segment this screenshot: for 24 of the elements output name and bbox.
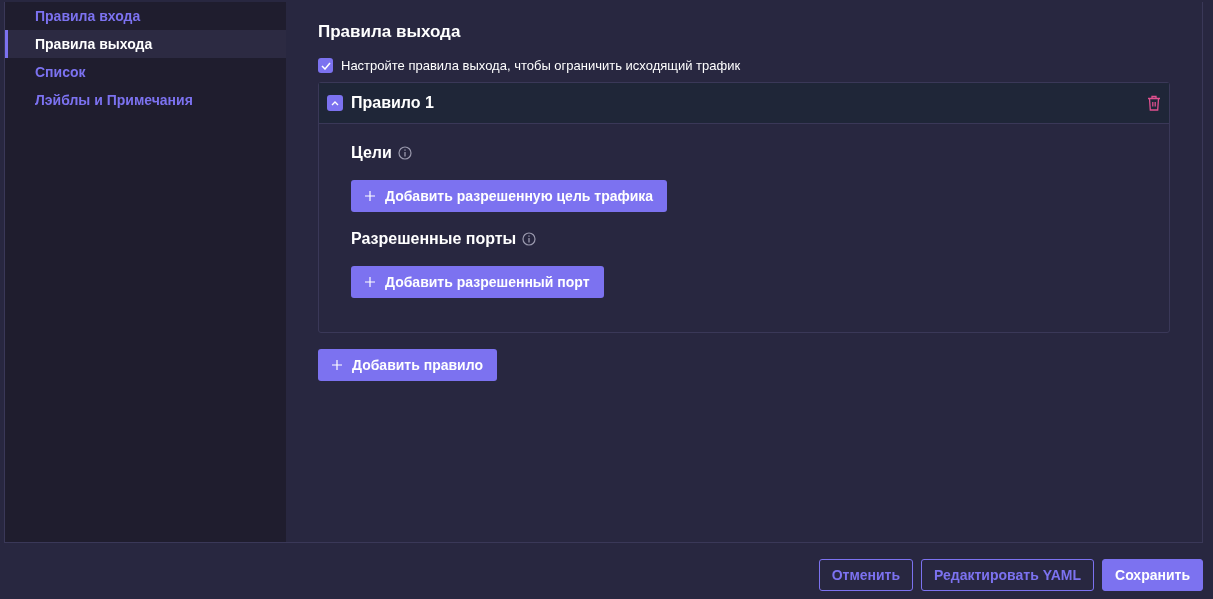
section-title: Правила выхода bbox=[318, 22, 462, 42]
rule-title: Правило 1 bbox=[351, 94, 435, 112]
checkbox-label: Настройте правила выхода, чтобы ограничить исходящий трафик bbox=[341, 58, 741, 73]
plus-icon bbox=[365, 191, 375, 201]
add-button[interactable]: Добавить разрешенный порт bbox=[351, 266, 604, 298]
group-heading: Цели bbox=[351, 144, 392, 162]
chevron-icon bbox=[331, 100, 339, 106]
add-button[interactable]: Добавить разрешенную цель трафика bbox=[351, 180, 668, 212]
trash-icon[interactable] bbox=[1147, 95, 1161, 111]
sidebar-item[interactable]: Правила выхода bbox=[5, 30, 286, 58]
checkbox[interactable] bbox=[318, 58, 333, 73]
footer-button[interactable]: Редактировать YAML bbox=[921, 559, 1095, 591]
info-icon bbox=[522, 232, 537, 246]
info-icon bbox=[397, 146, 412, 160]
footer-button[interactable]: Сохранить bbox=[1102, 559, 1203, 591]
plus-icon bbox=[365, 277, 375, 287]
group-heading: Разрешенные порты bbox=[351, 230, 517, 248]
footer-button[interactable]: Отменить bbox=[818, 559, 914, 591]
sidebar-item[interactable]: Лэйблы и Примечания bbox=[5, 86, 286, 114]
sidebar-item[interactable]: Правила входа bbox=[5, 2, 286, 30]
plus-icon bbox=[332, 360, 342, 370]
collapse-button[interactable] bbox=[327, 95, 343, 111]
sidebar-item[interactable]: Список bbox=[5, 58, 286, 86]
add-rule-button[interactable]: Добавить правило bbox=[318, 349, 497, 381]
